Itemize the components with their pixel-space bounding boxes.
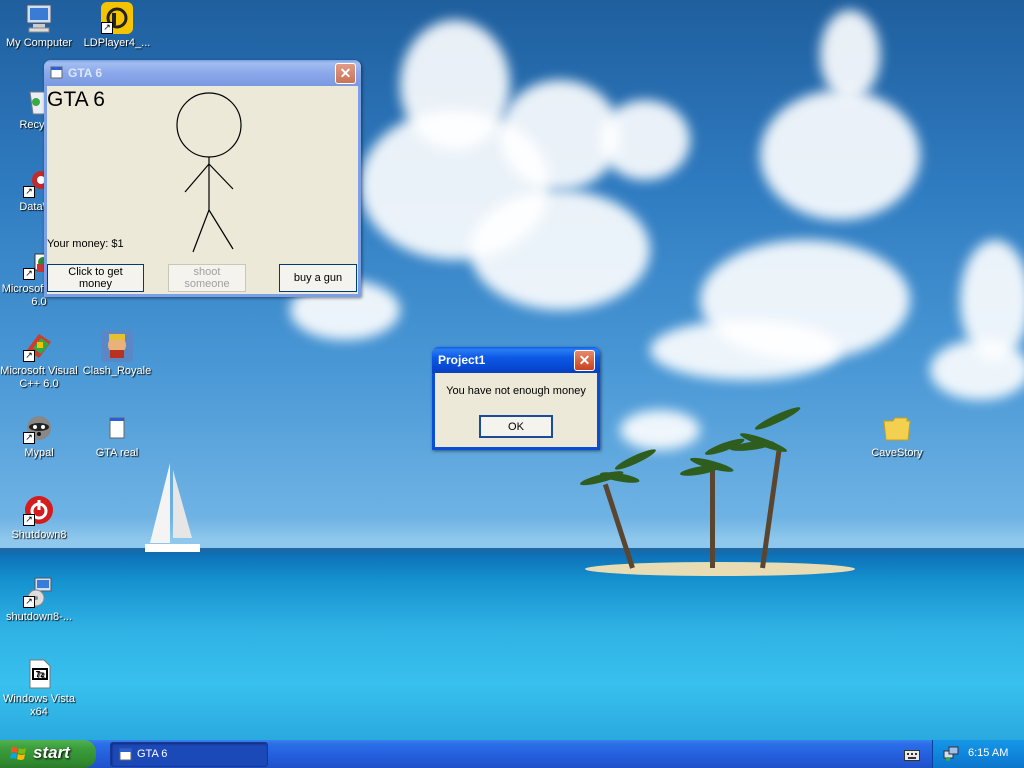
shortcut-arrow-icon: ↗: [23, 432, 35, 444]
gta-window[interactable]: GTA 6 ✕ GTA 6 Your money: $1 Click to ge…: [44, 60, 361, 297]
raccoon-icon: ↗: [23, 412, 55, 444]
desktop-icon-label: shutdown8-...: [5, 611, 73, 623]
close-button[interactable]: ✕: [574, 350, 595, 371]
cloud: [930, 340, 1024, 400]
application-window-icon: [101, 412, 133, 444]
computer-icon: [23, 2, 55, 34]
shortcut-arrow-icon: ↗: [101, 22, 113, 34]
island: [585, 562, 855, 576]
system-tray: 6:15 AM: [932, 740, 1024, 768]
desktop-icon-clash-royale[interactable]: Clash_Royale: [78, 330, 156, 378]
money-label: Your money: $1: [47, 238, 124, 250]
desktop-icon-label: My Computer: [5, 37, 73, 49]
cloud: [820, 10, 880, 100]
keyboard-icon[interactable]: [904, 748, 920, 761]
folder-icon: [881, 412, 913, 444]
dialog-message: You have not enough money: [446, 385, 586, 397]
start-button[interactable]: start: [0, 740, 96, 768]
desktop-icon-label: CaveStory: [871, 447, 923, 459]
project1-dialog[interactable]: Project1 ✕ You have not enough money OK: [432, 347, 600, 450]
sailboat-image: [145, 463, 200, 552]
desktop-icon-gta-real[interactable]: GTA real: [78, 412, 156, 460]
desktop-icon-label: GTA real: [95, 447, 139, 459]
sea: [0, 553, 1024, 740]
clock[interactable]: 6:15 AM: [968, 747, 1008, 759]
application-window-icon: [50, 66, 63, 79]
cloud: [620, 410, 700, 450]
ok-button[interactable]: OK: [479, 415, 553, 438]
desktop-icon-label: Mypal: [24, 447, 54, 459]
application-window-icon: [119, 748, 132, 761]
cloud: [760, 90, 920, 220]
power-icon: ↗: [23, 494, 55, 526]
dialog-title: Project1: [438, 353, 486, 367]
gta-window-titlebar[interactable]: GTA 6 ✕: [44, 60, 361, 86]
desktop-icon-label: Microsoft Visual C++ 6.0: [0, 365, 78, 390]
clash-royale-icon: [101, 330, 133, 362]
shortcut-arrow-icon: ↗: [23, 186, 35, 198]
shortcut-arrow-icon: ↗: [23, 350, 35, 362]
taskbar-button-label: GTA 6: [137, 748, 168, 760]
shortcut-arrow-icon: ↗: [23, 268, 35, 280]
cloud: [650, 320, 840, 380]
visual-cpp-icon: ↗: [23, 330, 55, 362]
shortcut-arrow-icon: ↗: [23, 514, 35, 526]
cloud: [600, 100, 690, 180]
close-button[interactable]: ✕: [335, 63, 356, 84]
7z-archive-icon: 7z: [23, 658, 55, 690]
desktop-icon-visual-cpp[interactable]: ↗ Microsoft Visual C++ 6.0: [0, 330, 78, 391]
desktop-icon-ldplayer[interactable]: ↗ LDPlayer4_...: [78, 2, 156, 50]
desktop-icon-my-computer[interactable]: My Computer: [0, 2, 78, 50]
buy-gun-button[interactable]: buy a gun: [279, 264, 357, 292]
desktop-icon-label: Clash_Royale: [82, 365, 152, 377]
desktop-icon-label: Windows Vista x64: [3, 693, 75, 718]
desktop-icon-label: LDPlayer4_...: [83, 37, 151, 49]
start-label: start: [33, 743, 70, 762]
windows-flag-icon: [10, 747, 26, 760]
installer-icon: ↗: [23, 576, 55, 608]
stick-figure-image: [176, 92, 242, 253]
dialog-titlebar[interactable]: Project1 ✕: [432, 347, 600, 373]
network-icon[interactable]: [943, 746, 959, 762]
dialog-client: You have not enough money OK: [435, 373, 597, 447]
taskbar: start GTA 6 6:15 AM: [0, 740, 1024, 768]
desktop-icon-label: Shutdown8: [11, 529, 67, 541]
window-title: GTA 6: [68, 66, 103, 80]
desktop-icon-shutdown8-installer[interactable]: ↗ shutdown8-...: [0, 576, 78, 624]
gta-window-client: GTA 6 Your money: $1 Click to get money …: [47, 86, 358, 294]
desktop-icon-shutdown8[interactable]: ↗ Shutdown8: [0, 494, 78, 542]
svg-text:7z: 7z: [36, 670, 44, 679]
ldplayer-icon: ↗: [101, 2, 133, 34]
shoot-someone-button[interactable]: shoot someone: [168, 264, 246, 292]
shortcut-arrow-icon: ↗: [23, 596, 35, 608]
cloud: [470, 190, 650, 310]
desktop-icon-cavestory[interactable]: CaveStory: [858, 412, 936, 460]
taskbar-button-gta6[interactable]: GTA 6: [110, 742, 268, 767]
desktop-icon-mypal[interactable]: ↗ Mypal: [0, 412, 78, 460]
desktop-icon-windows-vista[interactable]: 7z Windows Vista x64: [0, 658, 78, 719]
gta-heading: GTA 6: [47, 88, 105, 111]
get-money-button[interactable]: Click to get money: [47, 264, 144, 292]
